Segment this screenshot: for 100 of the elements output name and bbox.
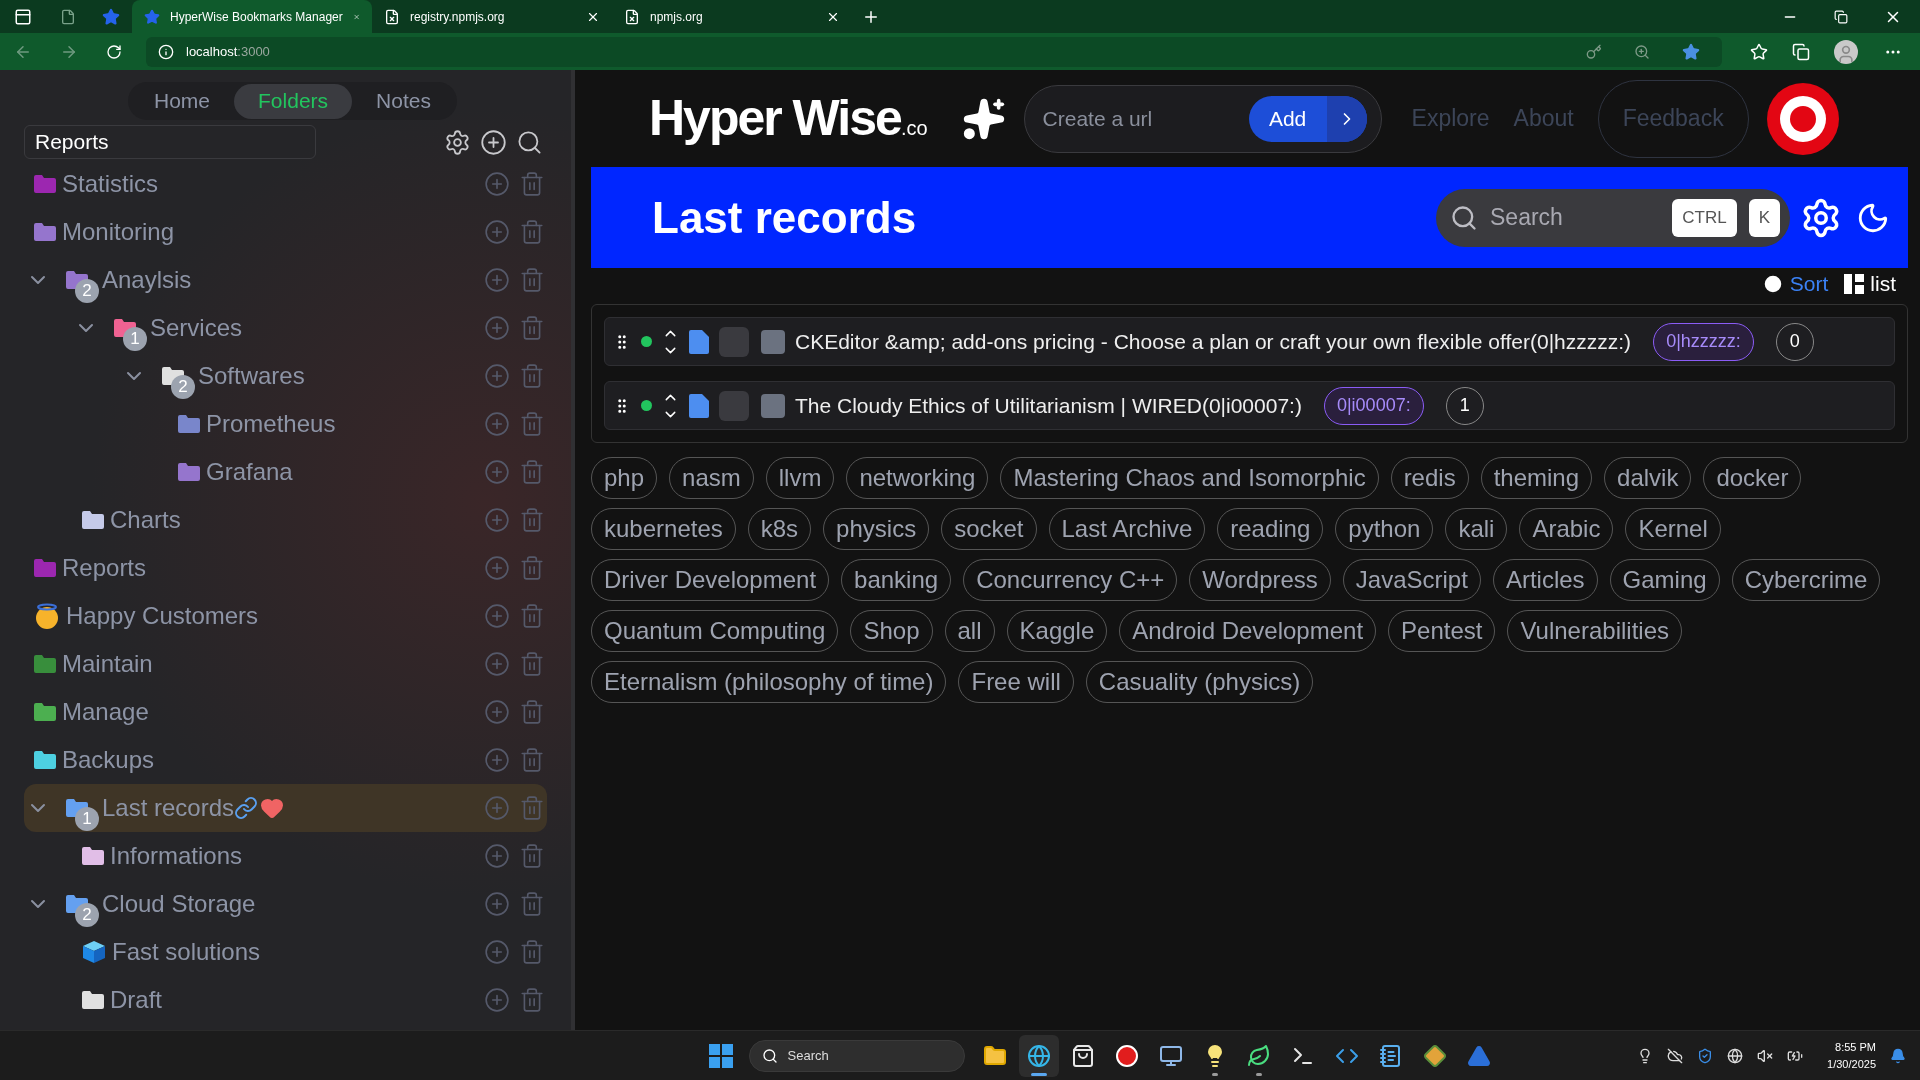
settings-icon[interactable] bbox=[444, 128, 471, 156]
folder-name[interactable]: Manage bbox=[62, 694, 149, 730]
record-row[interactable]: The Cloudy Ethics of Utilitarianism | WIRED(0|i00007:) 0|i00007: 1 bbox=[604, 381, 1895, 430]
target-icon[interactable] bbox=[1766, 82, 1839, 155]
star-icon[interactable] bbox=[102, 7, 120, 26]
sparkles-icon bbox=[961, 96, 1006, 141]
taskbar-search[interactable]: Search bbox=[748, 1039, 965, 1072]
folder-name[interactable]: Charts bbox=[110, 502, 181, 538]
restore-icon[interactable] bbox=[1834, 9, 1848, 24]
tree-item[interactable]: Reports bbox=[24, 544, 547, 592]
tree-item[interactable]: Manage bbox=[24, 688, 547, 736]
record-title[interactable]: The Cloudy Ethics of Utilitarianism | WIRED(0|i00007:) bbox=[795, 389, 1302, 422]
folder-name[interactable]: Monitoring bbox=[62, 214, 175, 250]
tree-item[interactable]: 2 Anaylsis bbox=[24, 256, 547, 304]
folder-name[interactable]: Backups bbox=[62, 742, 155, 778]
tree-item[interactable]: Happy Customers bbox=[24, 592, 547, 640]
tree-item[interactable]: Monitoring bbox=[24, 208, 547, 256]
bell-icon[interactable] bbox=[1890, 1047, 1906, 1064]
tree-item[interactable]: 2 Cloud Storage bbox=[24, 880, 547, 928]
diamond-icon[interactable] bbox=[1422, 1043, 1447, 1068]
folder-name[interactable]: Services bbox=[150, 310, 243, 346]
record-title[interactable]: CKEditor &amp; add-ons pricing - Choose a plan or craft your own flexible offer(0|hzzzzz:) bbox=[795, 325, 1632, 358]
record-tag[interactable]: 0|i00007: bbox=[1323, 386, 1424, 425]
bag-icon[interactable] bbox=[1070, 1043, 1095, 1068]
taskbar-app[interactable] bbox=[1018, 1034, 1059, 1077]
address-field[interactable]: localhost:3000 bbox=[146, 36, 1722, 67]
page-icon[interactable] bbox=[60, 8, 76, 25]
shield-icon[interactable] bbox=[1697, 1047, 1714, 1064]
page-error-icon bbox=[624, 8, 640, 25]
clock-time[interactable]: 8:55 PM bbox=[1835, 1039, 1876, 1056]
key-icon[interactable] bbox=[1586, 43, 1602, 60]
nav-tab[interactable]: Home bbox=[130, 83, 235, 119]
favorites-icon[interactable] bbox=[1750, 42, 1768, 61]
list-link[interactable]: list bbox=[1870, 268, 1896, 300]
tree-item[interactable]: 1 Services bbox=[24, 304, 547, 352]
notepad-icon[interactable] bbox=[1378, 1043, 1403, 1068]
count-badge: 2 bbox=[75, 279, 99, 303]
folder-name[interactable]: Softwares bbox=[198, 358, 305, 394]
cloud-off-icon[interactable] bbox=[1667, 1047, 1684, 1064]
url-host: localhost bbox=[186, 43, 238, 59]
monitor-icon[interactable] bbox=[1158, 1043, 1183, 1068]
folder-name[interactable]: Maintain bbox=[62, 646, 153, 682]
folder-name[interactable]: Prometheus bbox=[206, 406, 336, 442]
tree-item[interactable]: Maintain bbox=[24, 640, 547, 688]
url-field[interactable]: Create a url Add bbox=[1023, 84, 1382, 153]
browser-tab[interactable]: HyperWise Bookmarks Manager bbox=[132, 0, 372, 33]
folder-name[interactable]: Fast solutions bbox=[112, 934, 261, 970]
url-placeholder: Create a url bbox=[1042, 105, 1154, 132]
star-icon[interactable] bbox=[1682, 42, 1700, 61]
tree-item[interactable]: Informations bbox=[24, 832, 547, 880]
folder-name[interactable]: Draft bbox=[110, 982, 162, 1018]
tree-item[interactable]: Fast solutions bbox=[24, 928, 547, 976]
sort-link[interactable]: Sort bbox=[1789, 268, 1829, 300]
nav-tab[interactable]: Folders bbox=[234, 83, 353, 119]
record-row[interactable]: CKEditor &amp; add-ons pricing - Choose a plan or craft your own flexible offer(0|hzzzzz:) 0|hzzzzz: 0 bbox=[604, 317, 1895, 366]
record-icon[interactable] bbox=[1114, 1043, 1139, 1068]
halo-emoji-icon bbox=[34, 603, 60, 629]
collections-icon[interactable] bbox=[1792, 42, 1810, 61]
folder-name[interactable]: Reports bbox=[62, 550, 147, 586]
tree-item[interactable]: Backups bbox=[24, 736, 547, 784]
checkbox[interactable] bbox=[761, 329, 785, 354]
tree-item[interactable]: Prometheus bbox=[24, 400, 547, 448]
logo[interactable]: Hyper Wise.co bbox=[649, 81, 928, 156]
tree-item[interactable]: 2 Softwares bbox=[24, 352, 547, 400]
tree-item[interactable]: 1 Last records bbox=[24, 784, 547, 832]
windows-icon[interactable] bbox=[708, 1043, 733, 1068]
zoom-icon[interactable] bbox=[1634, 43, 1650, 60]
profile-avatar[interactable] bbox=[1834, 39, 1858, 64]
network-icon[interactable] bbox=[1727, 1047, 1744, 1064]
mute-icon[interactable] bbox=[1757, 1047, 1774, 1064]
tree-item[interactable]: Statistics bbox=[24, 160, 547, 208]
info-icon[interactable] bbox=[158, 43, 174, 60]
search-icon[interactable] bbox=[516, 128, 543, 156]
folder-name[interactable]: Grafana bbox=[206, 454, 293, 490]
browser-tab[interactable]: npmjs.org bbox=[612, 0, 852, 33]
filter-field[interactable]: Reports bbox=[24, 125, 316, 159]
folder-name[interactable]: Last records bbox=[102, 790, 235, 826]
checkbox[interactable] bbox=[761, 393, 785, 418]
nav-tab[interactable]: Notes bbox=[352, 83, 455, 119]
folder-name[interactable]: Cloud Storage bbox=[102, 886, 256, 922]
tab-title: registry.npmjs.org bbox=[410, 8, 506, 26]
folder-icon[interactable] bbox=[982, 1043, 1007, 1068]
clock-date[interactable]: 1/30/2025 bbox=[1827, 1055, 1876, 1072]
leaf-icon[interactable] bbox=[1246, 1043, 1271, 1068]
tab-actions-icon[interactable] bbox=[14, 7, 32, 26]
folder-name[interactable]: Statistics bbox=[62, 166, 159, 202]
add-button[interactable]: Add bbox=[1248, 95, 1367, 142]
record-tag[interactable]: 0|hzzzzz: bbox=[1653, 322, 1754, 361]
globe-icon[interactable] bbox=[1026, 1043, 1051, 1068]
tree-item[interactable]: Draft bbox=[24, 976, 547, 1024]
browser-tab[interactable]: registry.npmjs.org bbox=[372, 0, 612, 33]
tree-item[interactable]: Charts bbox=[24, 496, 547, 544]
layout-icon[interactable] bbox=[1844, 274, 1865, 294]
tab-title: npmjs.org bbox=[650, 8, 704, 26]
folder-name[interactable]: Happy Customers bbox=[66, 598, 259, 634]
folder-name[interactable]: Anaylsis bbox=[102, 262, 192, 298]
reload-icon[interactable] bbox=[106, 43, 122, 60]
folder-name[interactable]: Informations bbox=[110, 838, 243, 874]
search-field[interactable]: Search CTRL K bbox=[1436, 188, 1790, 247]
tree-item[interactable]: Grafana bbox=[24, 448, 547, 496]
